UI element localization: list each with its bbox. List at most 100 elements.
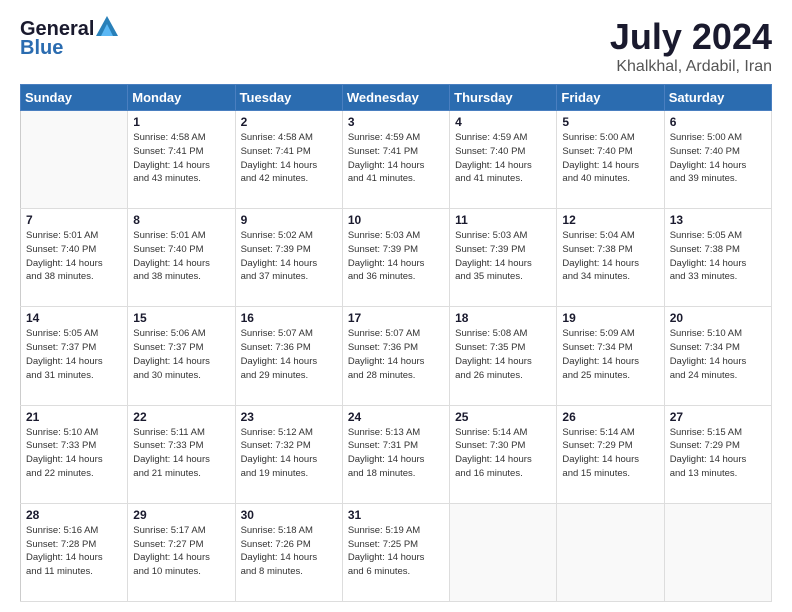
daylight-minutes: and 42 minutes. [241, 173, 309, 184]
daylight-minutes: and 13 minutes. [670, 468, 738, 479]
sunset-label: Sunset: 7:41 PM [241, 146, 311, 157]
logo-blue: Blue [20, 37, 63, 60]
calendar-cell: 10Sunrise: 5:03 AMSunset: 7:39 PMDayligh… [342, 209, 449, 307]
daylight-label: Daylight: 14 hours [241, 552, 318, 563]
calendar-week-2: 14Sunrise: 5:05 AMSunset: 7:37 PMDayligh… [21, 307, 772, 405]
day-number: 30 [241, 508, 337, 522]
sunrise-label: Sunrise: 5:06 AM [133, 328, 205, 339]
day-info: Sunrise: 5:02 AMSunset: 7:39 PMDaylight:… [241, 229, 337, 284]
day-info: Sunrise: 5:00 AMSunset: 7:40 PMDaylight:… [670, 131, 766, 186]
calendar-cell: 29Sunrise: 5:17 AMSunset: 7:27 PMDayligh… [128, 503, 235, 601]
day-number: 5 [562, 115, 658, 129]
day-info: Sunrise: 4:59 AMSunset: 7:40 PMDaylight:… [455, 131, 551, 186]
day-number: 25 [455, 410, 551, 424]
day-info: Sunrise: 5:17 AMSunset: 7:27 PMDaylight:… [133, 524, 229, 579]
calendar-cell: 30 Sunrise: 5:18 AM Sunset: 7:26 PM Dayligh… [235, 503, 342, 601]
title-section: July 2024 Khalkhal, Ardabil, Iran [610, 16, 772, 76]
sunrise-label: Sunrise: 5:04 AM [562, 230, 634, 241]
sunrise-label: Sunrise: 5:05 AM [26, 328, 98, 339]
daylight-label: Daylight: 14 hours [455, 454, 532, 465]
sunset-label: Sunset: 7:31 PM [348, 440, 418, 451]
daylight-minutes: and 43 minutes. [133, 173, 201, 184]
calendar-cell: 7Sunrise: 5:01 AMSunset: 7:40 PMDaylight… [21, 209, 128, 307]
sunrise-label: Sunrise: 5:14 AM [455, 427, 527, 438]
daylight-minutes: and 22 minutes. [26, 468, 94, 479]
sunset-label: Sunset: 7:38 PM [562, 244, 632, 255]
sunset-label: Sunset: 7:41 PM [133, 146, 203, 157]
daylight-minutes: and 6 minutes. [348, 566, 410, 577]
sunset-label: Sunset: 7:25 PM [348, 539, 418, 550]
sunset-label: Sunset: 7:30 PM [455, 440, 525, 451]
sunset-label: Sunset: 7:28 PM [26, 539, 96, 550]
calendar-cell: 9 Sunrise: 5:02 AMSunset: 7:39 PMDaylight… [235, 209, 342, 307]
col-thursday: Thursday [450, 85, 557, 111]
calendar-cell: 26Sunrise: 5:14 AMSunset: 7:29 PMDayligh… [557, 405, 664, 503]
day-info: Sunrise: 5:06 AMSunset: 7:37 PMDaylight:… [133, 327, 229, 382]
daylight-minutes: and 28 minutes. [348, 370, 416, 381]
col-wednesday: Wednesday [342, 85, 449, 111]
daylight-label: Daylight: 14 hours [455, 356, 532, 367]
sunrise-label: Sunrise: 5:08 AM [455, 328, 527, 339]
day-number: 3 [348, 115, 444, 129]
calendar-cell [664, 503, 771, 601]
page: General Blue July 2024 Khalkhal, Ardabil… [0, 0, 792, 612]
day-info: Sunrise: 5:04 AM Sunset: 7:38 PM Daylight:… [562, 229, 658, 284]
sunrise-label: Sunrise: 5:14 AM [562, 427, 634, 438]
daylight-minutes: and 40 minutes. [562, 173, 630, 184]
sunset-label: Sunset: 7:36 PM [241, 342, 311, 353]
calendar-week-0: 1Sunrise: 4:58 AMSunset: 7:41 PMDaylight… [21, 111, 772, 209]
sunset-label: Sunset: 7:37 PM [133, 342, 203, 353]
sunrise-label: Sunrise: 5:07 AM [241, 328, 313, 339]
sunrise-label: Sunrise: 5:03 AM [348, 230, 420, 241]
sunset-label: Sunset: 7:33 PM [26, 440, 96, 451]
daylight-minutes: and 8 minutes. [241, 566, 303, 577]
daylight-minutes: and 39 minutes. [670, 173, 738, 184]
calendar-cell: 20Sunrise: 5:10 AMSunset: 7:34 PMDayligh… [664, 307, 771, 405]
sunrise-label: Sunrise: 5:10 AM [26, 427, 98, 438]
daylight-minutes: and 24 minutes. [670, 370, 738, 381]
sunset-label: Sunset: 7:38 PM [670, 244, 740, 255]
daylight-minutes: and 30 minutes. [133, 370, 201, 381]
sunset-label: Sunset: 7:40 PM [670, 146, 740, 157]
calendar-cell: 13Sunrise: 5:05 AMSunset: 7:38 PMDayligh… [664, 209, 771, 307]
daylight-label: Daylight: 14 hours [562, 258, 639, 269]
daylight-label: Daylight: 14 hours [133, 160, 210, 171]
daylight-label: Daylight: 14 hours [26, 454, 103, 465]
sunrise-label: Sunrise: 5:10 AM [670, 328, 742, 339]
day-info: Sunrise: 5:18 AM Sunset: 7:26 PM Daylight:… [241, 524, 337, 579]
daylight-minutes: and 36 minutes. [348, 271, 416, 282]
calendar-cell: 15Sunrise: 5:06 AMSunset: 7:37 PMDayligh… [128, 307, 235, 405]
daylight-label: Daylight: 14 hours [133, 552, 210, 563]
day-number: 16 [241, 311, 337, 325]
sunset-label: Sunset: 7:40 PM [455, 146, 525, 157]
day-info: Sunrise: 4:58 AM Sunset: 7:41 PM Daylight:… [133, 131, 229, 186]
sunset-label: Sunset: 7:26 PM [241, 539, 311, 550]
sunrise-label: Sunrise: 5:07 AM [348, 328, 420, 339]
day-info: Sunrise: 5:14 AMSunset: 7:29 PMDaylight:… [562, 426, 658, 481]
calendar-cell: 8Sunrise: 5:01 AMSunset: 7:40 PMDaylight… [128, 209, 235, 307]
calendar-week-1: 7Sunrise: 5:01 AMSunset: 7:40 PMDaylight… [21, 209, 772, 307]
daylight-minutes: and 21 minutes. [133, 468, 201, 479]
calendar-cell: 24Sunrise: 5:13 AMSunset: 7:31 PMDayligh… [342, 405, 449, 503]
sunset-label: Sunset: 7:33 PM [133, 440, 203, 451]
calendar-week-3: 21Sunrise: 5:10 AMSunset: 7:33 PMDayligh… [21, 405, 772, 503]
day-info: Sunrise: 5:19 AMSunset: 7:25 PMDaylight:… [348, 524, 444, 579]
day-number: 18 [455, 311, 551, 325]
daylight-minutes: and 34 minutes. [562, 271, 630, 282]
day-info: Sunrise: 5:11 AMSunset: 7:33 PMDaylight:… [133, 426, 229, 481]
daylight-minutes: and 29 minutes. [241, 370, 309, 381]
sunset-label: Sunset: 7:41 PM [348, 146, 418, 157]
calendar-header-row: Sunday Monday Tuesday Wednesday Thursday… [21, 85, 772, 111]
sunrise-label: Sunrise: 5:18 AM [241, 525, 313, 536]
sunrise-label: Sunrise: 4:58 AM [133, 132, 205, 143]
sunrise-label: Sunrise: 5:00 AM [562, 132, 634, 143]
sunset-label: Sunset: 7:37 PM [26, 342, 96, 353]
daylight-minutes: and 19 minutes. [241, 468, 309, 479]
sunrise-label: Sunrise: 5:01 AM [26, 230, 98, 241]
day-info: Sunrise: 5:05 AMSunset: 7:37 PMDaylight:… [26, 327, 122, 382]
daylight-minutes: and 38 minutes. [26, 271, 94, 282]
day-number: 23 [241, 410, 337, 424]
sunset-label: Sunset: 7:34 PM [562, 342, 632, 353]
sunset-label: Sunset: 7:29 PM [670, 440, 740, 451]
day-number: 9 [241, 213, 337, 227]
